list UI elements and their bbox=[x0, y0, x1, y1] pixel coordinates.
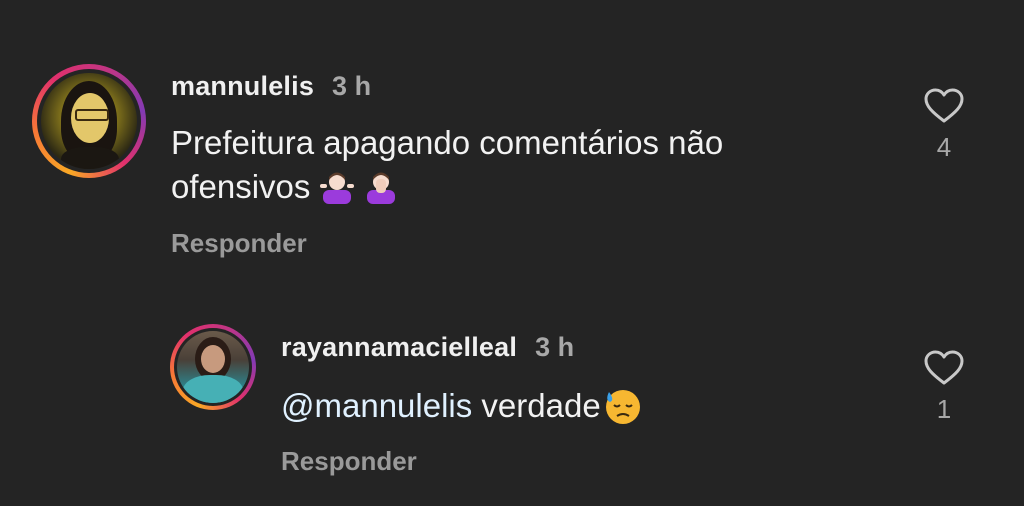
like-button[interactable]: 4 bbox=[914, 88, 974, 163]
comment-timestamp: 3 h bbox=[332, 71, 372, 101]
comment-username[interactable]: rayannamacielleal bbox=[281, 332, 517, 363]
comment-text: Prefeitura apagando comentários não ofen… bbox=[171, 124, 724, 205]
reply-button[interactable]: Responder bbox=[281, 446, 417, 477]
like-button[interactable]: 1 bbox=[914, 350, 974, 425]
comment-timestamp: 3 h bbox=[535, 332, 575, 362]
person-facepalming-emoji bbox=[367, 172, 396, 204]
heart-icon[interactable] bbox=[924, 88, 964, 124]
reply-button[interactable]: Responder bbox=[171, 228, 307, 259]
avatar[interactable] bbox=[32, 64, 146, 178]
like-count: 4 bbox=[936, 132, 952, 162]
comment-username[interactable]: mannulelis bbox=[171, 71, 314, 102]
avatar[interactable] bbox=[170, 324, 256, 410]
heart-icon[interactable] bbox=[924, 350, 964, 386]
comment-text: @mannulelis verdade bbox=[281, 384, 643, 428]
person-shrugging-emoji bbox=[320, 172, 355, 204]
downcast-face-with-sweat-emoji bbox=[605, 390, 640, 424]
mention-link[interactable]: @mannulelis bbox=[281, 384, 472, 428]
like-count: 1 bbox=[936, 394, 952, 424]
